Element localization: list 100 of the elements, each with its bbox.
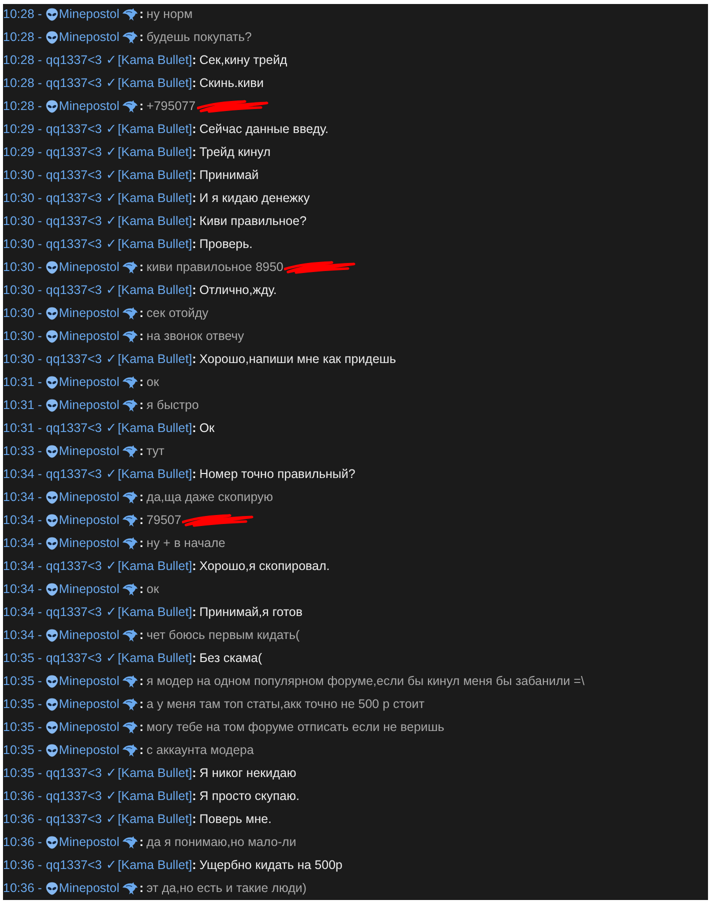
message-text: я модер на одном популярном форуме,если бы кинул меня бы забанили =\: [146, 674, 584, 688]
timestamp: 10:30 -: [3, 168, 42, 182]
name-colon: :: [139, 7, 144, 21]
sender-tag: [Kama Bullet]: [118, 145, 192, 159]
alien-icon: [46, 260, 58, 274]
message-text: Хорошо,напиши мне как придешь: [199, 352, 396, 366]
message-text: Без скама(: [199, 651, 262, 665]
name-colon: :: [139, 743, 144, 757]
name-colon: :: [192, 53, 196, 67]
sender-tag: [Kama Bullet]: [118, 789, 192, 803]
sender-name: qq1337<3: [46, 421, 102, 435]
name-colon: :: [192, 812, 196, 826]
sender-name: qq1337<3: [46, 467, 102, 481]
sender-name: qq1337<3: [46, 766, 102, 780]
timestamp: 10:30 -: [3, 260, 42, 274]
dolphin-icon: [122, 698, 138, 710]
message-text: могу тебе на том форуме отписать если не веришь: [146, 720, 444, 734]
alien-icon: [46, 744, 58, 756]
sender-tag: [Kama Bullet]: [118, 467, 192, 481]
sender-tag: [Kama Bullet]: [118, 283, 192, 297]
sender-tag: [Kama Bullet]: [118, 421, 192, 435]
message-text: да,ща даже скопирую: [146, 490, 274, 504]
timestamp: 10:36 -: [3, 858, 42, 872]
timestamp: 10:35 -: [3, 697, 42, 711]
name-colon: :: [139, 30, 144, 44]
sender-name: Minepostol: [58, 720, 120, 734]
timestamp: 10:30 -: [3, 329, 42, 343]
timestamp: 10:36 -: [3, 881, 42, 895]
timestamp: 10:36 -: [3, 812, 42, 826]
sender-name: qq1337<3: [46, 352, 102, 366]
name-colon: :: [139, 720, 144, 734]
timestamp: 10:35 -: [3, 651, 42, 665]
dolphin-icon: [122, 376, 138, 388]
verified-check: ✓: [106, 76, 117, 90]
sender-name: Minepostol: [58, 628, 120, 642]
message-text: ок: [146, 582, 159, 596]
message-text: я быстро: [146, 398, 199, 412]
alien-icon: [46, 376, 58, 388]
sender-name: qq1337<3: [46, 789, 102, 803]
alien-icon: [46, 674, 58, 688]
timestamp: 10:34 -: [3, 513, 42, 527]
alien-icon: [46, 444, 58, 458]
sender-name: qq1337<3: [46, 214, 102, 228]
name-colon: :: [192, 789, 196, 803]
name-colon: :: [192, 605, 196, 619]
alien-icon: [46, 698, 58, 710]
name-colon: :: [139, 674, 144, 688]
sender-name: Minepostol: [58, 30, 120, 44]
name-colon: :: [139, 490, 144, 504]
name-colon: :: [192, 421, 196, 435]
sender-name: qq1337<3: [46, 559, 102, 573]
sender-tag: [Kama Bullet]: [118, 168, 192, 182]
verified-check: ✓: [106, 604, 117, 620]
verified-check: ✓: [106, 236, 117, 252]
sender-tag: [Kama Bullet]: [118, 858, 192, 872]
sender-tag: [Kama Bullet]: [118, 237, 192, 251]
alien-icon: [46, 720, 58, 734]
dolphin-icon: [122, 330, 138, 342]
timestamp: 10:30 -: [3, 191, 42, 205]
timestamp: 10:30 -: [3, 237, 42, 251]
dolphin-icon: [122, 30, 138, 44]
verified-check: ✓: [106, 420, 117, 436]
timestamp: 10:36 -: [3, 789, 42, 803]
timestamp: 10:34 -: [3, 628, 42, 642]
message-text: Проверь.: [199, 237, 253, 251]
sender-name: qq1337<3: [46, 76, 102, 90]
timestamp: 10:35 -: [3, 743, 42, 757]
sender-name: Minepostol: [58, 398, 120, 412]
name-colon: :: [139, 582, 144, 596]
name-colon: :: [192, 352, 196, 366]
alien-icon: [46, 330, 58, 342]
name-colon: :: [192, 283, 196, 297]
timestamp: 10:34 -: [3, 490, 42, 504]
sender-name: qq1337<3: [46, 858, 102, 872]
name-colon: :: [139, 835, 144, 849]
sender-name: Minepostol: [58, 490, 120, 504]
verified-check: ✓: [106, 788, 117, 804]
sender-name: qq1337<3: [46, 191, 102, 205]
name-colon: :: [192, 145, 196, 159]
sender-name: qq1337<3: [46, 168, 102, 182]
timestamp: 10:28 -: [3, 30, 42, 44]
message-text: Хорошо,я скопировал.: [199, 559, 330, 573]
name-colon: :: [192, 766, 196, 780]
message-text: Я просто скупаю.: [199, 789, 300, 803]
alien-icon: [46, 100, 58, 112]
dolphin-icon: [122, 100, 138, 112]
sender-name: Minepostol: [58, 444, 120, 458]
verified-check: ✓: [106, 812, 117, 826]
verified-check: ✓: [106, 858, 117, 872]
message-text: Ок: [199, 421, 215, 435]
alien-icon: [46, 628, 58, 642]
verified-check: ✓: [106, 144, 117, 160]
sender-tag: [Kama Bullet]: [118, 559, 192, 573]
name-colon: :: [139, 306, 144, 320]
message-text: ну норм: [146, 7, 193, 21]
name-colon: :: [192, 191, 196, 205]
dolphin-icon: [122, 490, 138, 504]
message-text: Ущербно кидать на 500р: [199, 858, 342, 872]
alien-icon: [46, 514, 58, 526]
sender-tag: [Kama Bullet]: [118, 122, 192, 136]
